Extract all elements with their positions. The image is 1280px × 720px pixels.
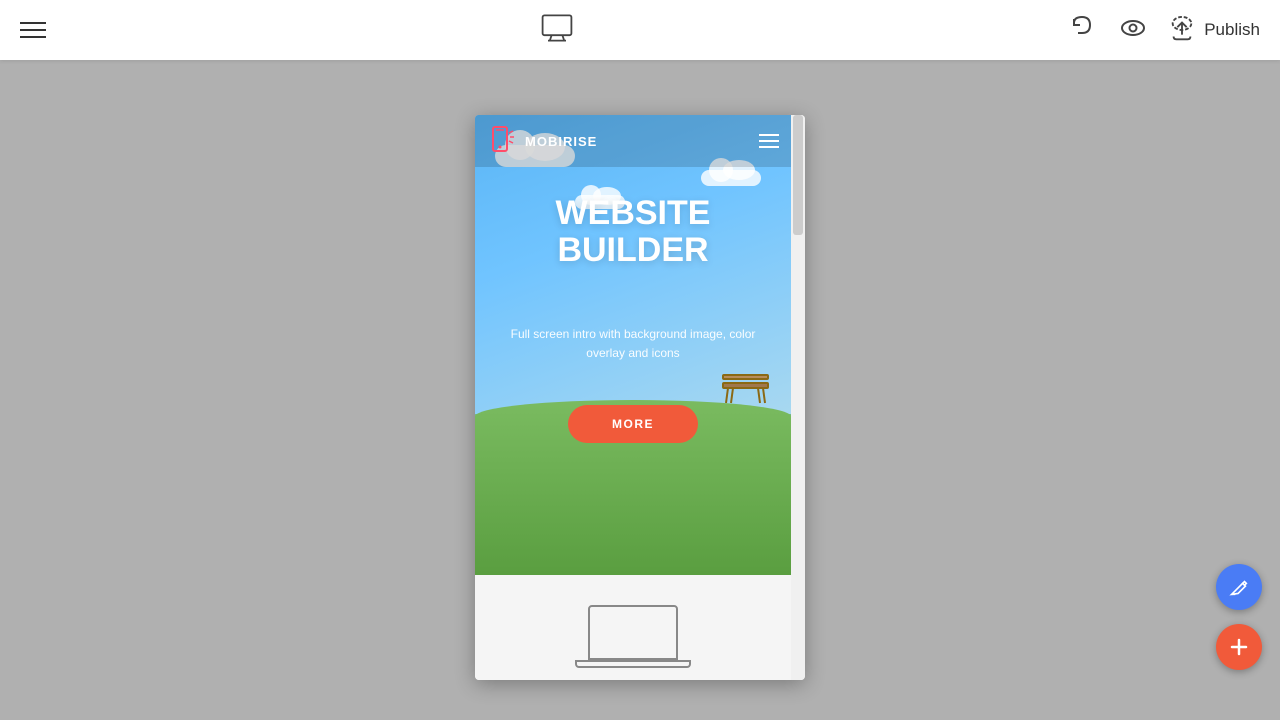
hero-section: MOBIRISE WEBSITE BUILDER Full screen int…	[475, 115, 791, 575]
laptop-outline-icon	[588, 605, 678, 660]
eye-icon[interactable]	[1118, 13, 1148, 48]
device-content: MOBIRISE WEBSITE BUILDER Full screen int…	[475, 115, 791, 680]
edit-fab-button[interactable]	[1216, 564, 1262, 610]
device-menu-icon	[759, 134, 779, 148]
publish-button[interactable]: Publish	[1168, 16, 1260, 44]
monitor-icon[interactable]	[539, 10, 575, 51]
hero-title: WEBSITE BUILDER	[475, 195, 791, 270]
add-block-fab-button[interactable]	[1216, 624, 1262, 670]
device-navbar: MOBIRISE	[475, 115, 791, 167]
hamburger-menu-button[interactable]	[20, 22, 46, 38]
laptop-base	[575, 660, 691, 668]
device-preview-frame: MOBIRISE WEBSITE BUILDER Full screen int…	[475, 115, 805, 680]
hero-title-line2: BUILDER	[475, 232, 791, 269]
toolbar: Publish	[0, 0, 1280, 60]
hero-subtitle: Full screen intro with background image,…	[495, 325, 771, 363]
device-scrollbar[interactable]	[791, 115, 805, 680]
hero-cta-button[interactable]: MORE	[568, 405, 698, 443]
canvas-area: MOBIRISE WEBSITE BUILDER Full screen int…	[0, 60, 1280, 720]
device-bottom-section	[475, 575, 791, 680]
device-logo: MOBIRISE	[487, 125, 597, 157]
scrollbar-thumb	[793, 115, 803, 235]
publish-label: Publish	[1204, 20, 1260, 40]
bench-illustration	[718, 367, 773, 405]
cloud-2	[701, 170, 761, 186]
device-logo-text: MOBIRISE	[525, 134, 597, 149]
undo-icon[interactable]	[1068, 13, 1098, 48]
hero-title-line1: WEBSITE	[475, 195, 791, 232]
